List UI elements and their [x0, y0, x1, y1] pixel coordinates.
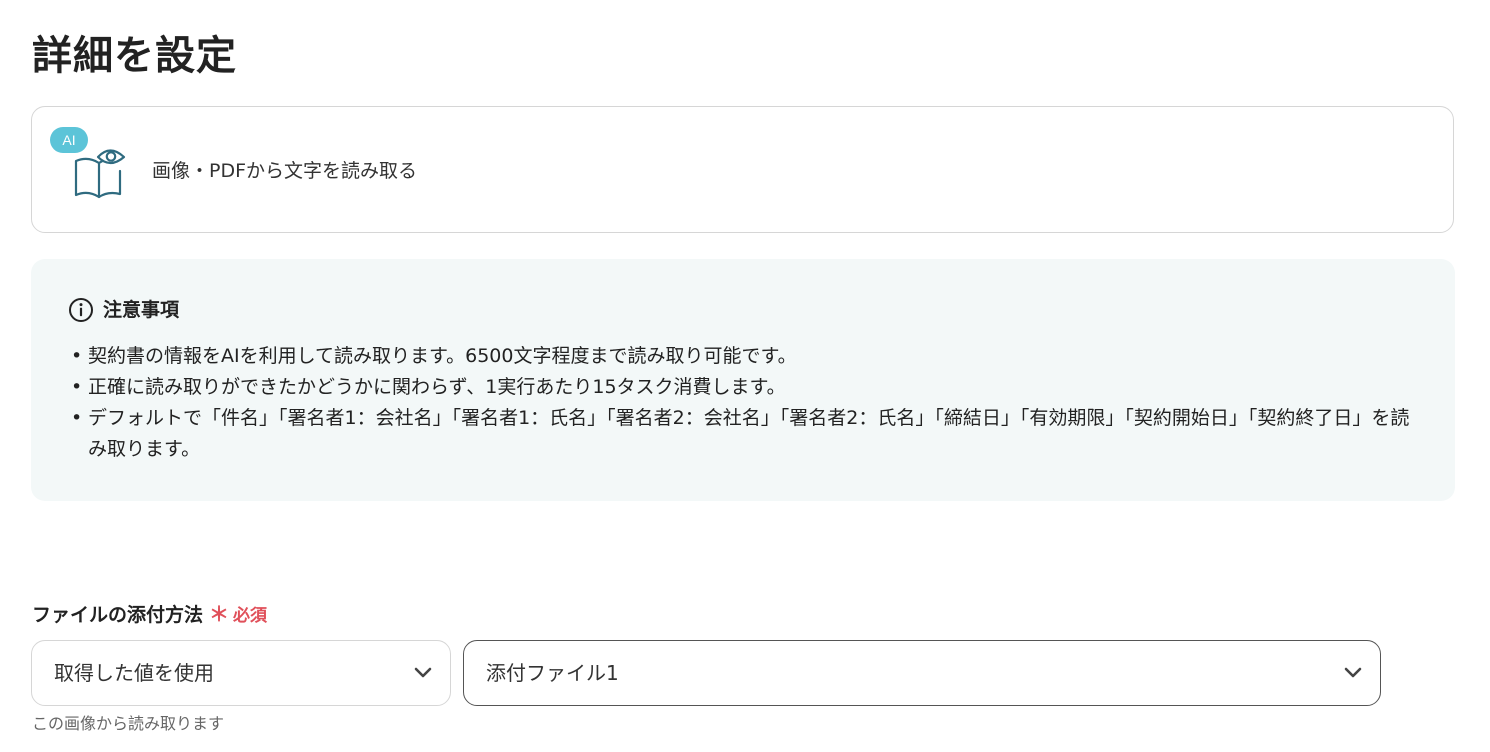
helper-text: この画像から読み取ります [32, 714, 225, 733]
notice-item-text: 契約書の情報をAIを利用して読み取ります。6500文字程度まで読み取り可能です。 [88, 345, 797, 367]
notice-list: • 契約書の情報をAIを利用して読み取ります。6500文字程度まで読み取り可能です… [71, 341, 1418, 465]
bullet-icon: • [71, 376, 83, 398]
list-item: • デフォルトで「件名」「署名者1：会社名」「署名者1：氏名」「署名者2：会社名」… [71, 403, 1418, 465]
list-item: • 契約書の情報をAIを利用して読み取ります。6500文字程度まで読み取り可能です… [71, 341, 1418, 372]
info-icon [69, 298, 93, 322]
ai-badge: AI [50, 127, 88, 153]
notice-title: 注意事項 [103, 299, 180, 321]
notice-box: 注意事項 • 契約書の情報をAIを利用して読み取ります。6500文字程度まで読み取… [31, 259, 1455, 501]
source-select[interactable]: 取得した値を使用 [31, 640, 451, 706]
bullet-icon: • [71, 345, 83, 367]
list-item: • 正確に読み取りができたかどうかに関わらず、1実行あたり15タスク消費します。 [71, 372, 1418, 403]
page-title: 詳細を設定 [32, 33, 237, 79]
notice-item-text: デフォルトで「件名」「署名者1：会社名」「署名者1：氏名」「署名者2：会社名」「… [88, 407, 1410, 460]
bullet-icon: • [71, 407, 83, 429]
file-select[interactable]: 添付ファイル1 [463, 640, 1381, 706]
file-select-value: 添付ファイル1 [486, 661, 619, 685]
chevron-down-icon [414, 667, 432, 678]
action-label: 画像・PDFから文字を読み取る [152, 160, 418, 182]
notice-header: 注意事項 [68, 296, 179, 324]
required-asterisk: ＊ [209, 602, 230, 626]
chevron-down-icon [1344, 667, 1362, 678]
source-select-value: 取得した値を使用 [54, 661, 214, 685]
required-label: 必須 [233, 606, 268, 626]
field-label-row: ファイルの添付方法 ＊ 必須 [32, 598, 267, 629]
notice-item-text: 正確に読み取りができたかどうかに関わらず、1実行あたり15タスク消費します。 [88, 376, 786, 398]
field-label: ファイルの添付方法 [32, 604, 204, 626]
action-card[interactable]: AI 画像・PDFから文字を読み取る [31, 106, 1454, 233]
